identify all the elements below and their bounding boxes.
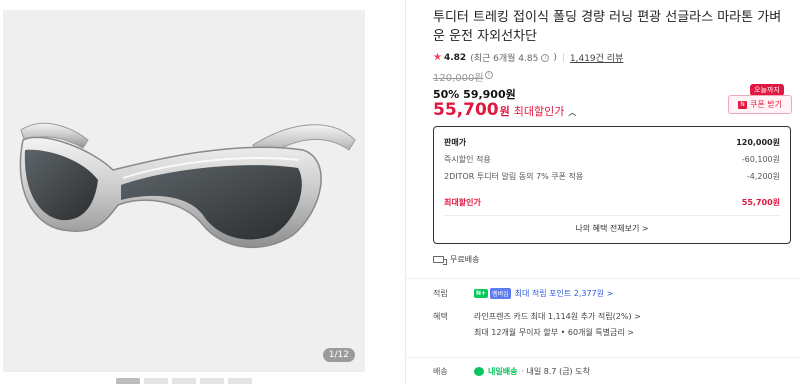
rating-recent-close: ): [553, 52, 557, 63]
coupon-button-label: 쿠폰 받기: [750, 100, 782, 109]
final-price-unit: 원: [499, 105, 510, 118]
chevron-up-icon: ︿: [568, 108, 577, 117]
points-key: 적립: [433, 288, 448, 298]
breakdown-row: 판매가 120,000원: [444, 137, 780, 148]
thumbnail[interactable]: [116, 378, 140, 384]
coupon-download-button[interactable]: N 쿠폰 받기: [728, 95, 792, 114]
rating-recent: (최근 6개월 4.85: [470, 54, 539, 64]
free-shipping-label: 무료배송: [450, 255, 480, 264]
final-price-label: 최대할인가: [513, 105, 565, 118]
delivery-key: 배송: [433, 366, 448, 376]
naverpay-plus-icon: N+: [474, 288, 489, 298]
breakdown-label: 즉시할인 적용: [444, 155, 491, 164]
delivery-service: 내일배송: [488, 366, 518, 376]
points-value[interactable]: N+ 멤버십 최대 적립 포인트 2,377원 >: [474, 287, 614, 299]
final-price[interactable]: 55,700 원 최대할인가 ︿: [433, 100, 576, 120]
info-icon[interactable]: i: [541, 53, 550, 62]
section-divider: [406, 278, 800, 279]
product-title: 투디터 트레킹 접이식 폴딩 경량 러닝 편광 선글라스 마라톤 가벼운 운전 …: [433, 10, 782, 44]
view-all-benefits-button[interactable]: 나의 혜택 전체보기 >: [434, 223, 790, 234]
rating-summary: ★ 4.82 (최근 6개월 4.85 i ) | 1,419건 리뷰: [433, 51, 623, 64]
product-gallery: 1/12: [0, 0, 408, 384]
product-main-image[interactable]: 1/12: [3, 10, 365, 372]
final-price-amount: 55,700: [433, 100, 499, 120]
delivery-value: 내일배송 · 내일 8.7 (금) 도착: [474, 366, 590, 377]
thumbnail[interactable]: [172, 378, 196, 384]
breakdown-label: 판매가: [444, 138, 467, 147]
rating-score: 4.82: [443, 52, 467, 63]
breakdown-label: 2DITOR 투디터 알림 동의 7% 쿠폰 적용: [444, 172, 584, 181]
breakdown-row: 최대할인가 55,700원: [444, 197, 780, 208]
breakdown-value: 55,700원: [741, 198, 780, 207]
truck-icon: [433, 256, 447, 265]
section-divider: [406, 357, 800, 358]
delivery-date: · 내일 8.7 (금) 도착: [521, 366, 590, 376]
original-price: 120,000원: [433, 73, 484, 84]
breakdown-row: 즉시할인 적용 -60,100원: [444, 154, 780, 165]
breakdown-value: -60,100원: [741, 155, 780, 164]
thumbnail[interactable]: [144, 378, 168, 384]
breakdown-row: 2DITOR 투디터 알림 동의 7% 쿠폰 적용 -4,200원: [444, 171, 780, 182]
coupon-icon: N: [738, 100, 747, 109]
max-points-link[interactable]: 최대 적립 포인트 2,377원 >: [515, 288, 614, 299]
card-benefit-link[interactable]: 라인프렌즈 카드 최대 1,114원 추가 적립(2%) >: [474, 311, 641, 322]
thumbnail[interactable]: [228, 378, 252, 384]
breakdown-value: 120,000원: [736, 138, 780, 147]
benefits-key: 혜택: [433, 311, 448, 321]
separator: |: [561, 52, 565, 63]
membership-badge: 멤버십: [490, 287, 511, 299]
star-icon: ★: [433, 52, 442, 63]
installment-link[interactable]: 최대 12개월 무이자 할부 • 60개월 특별금리 >: [474, 327, 634, 338]
breakdown-value: -4,200원: [746, 172, 780, 181]
price-info-icon[interactable]: i: [485, 71, 493, 79]
breakdown-label: 최대할인가: [444, 198, 481, 207]
sunglasses-image: [19, 122, 356, 248]
column-divider: [405, 0, 406, 384]
delivery-icon: [474, 366, 484, 376]
thumbnail-strip: [116, 378, 252, 384]
price-breakdown: 판매가 120,000원 즉시할인 적용 -60,100원 2DITOR 투디터…: [433, 126, 791, 244]
thumbnail[interactable]: [200, 378, 224, 384]
reviews-link[interactable]: 1,419건 리뷰: [570, 51, 623, 64]
image-counter: 1/12: [322, 348, 355, 362]
shipping-info: 무료배송: [433, 254, 479, 265]
divider: [444, 215, 780, 216]
